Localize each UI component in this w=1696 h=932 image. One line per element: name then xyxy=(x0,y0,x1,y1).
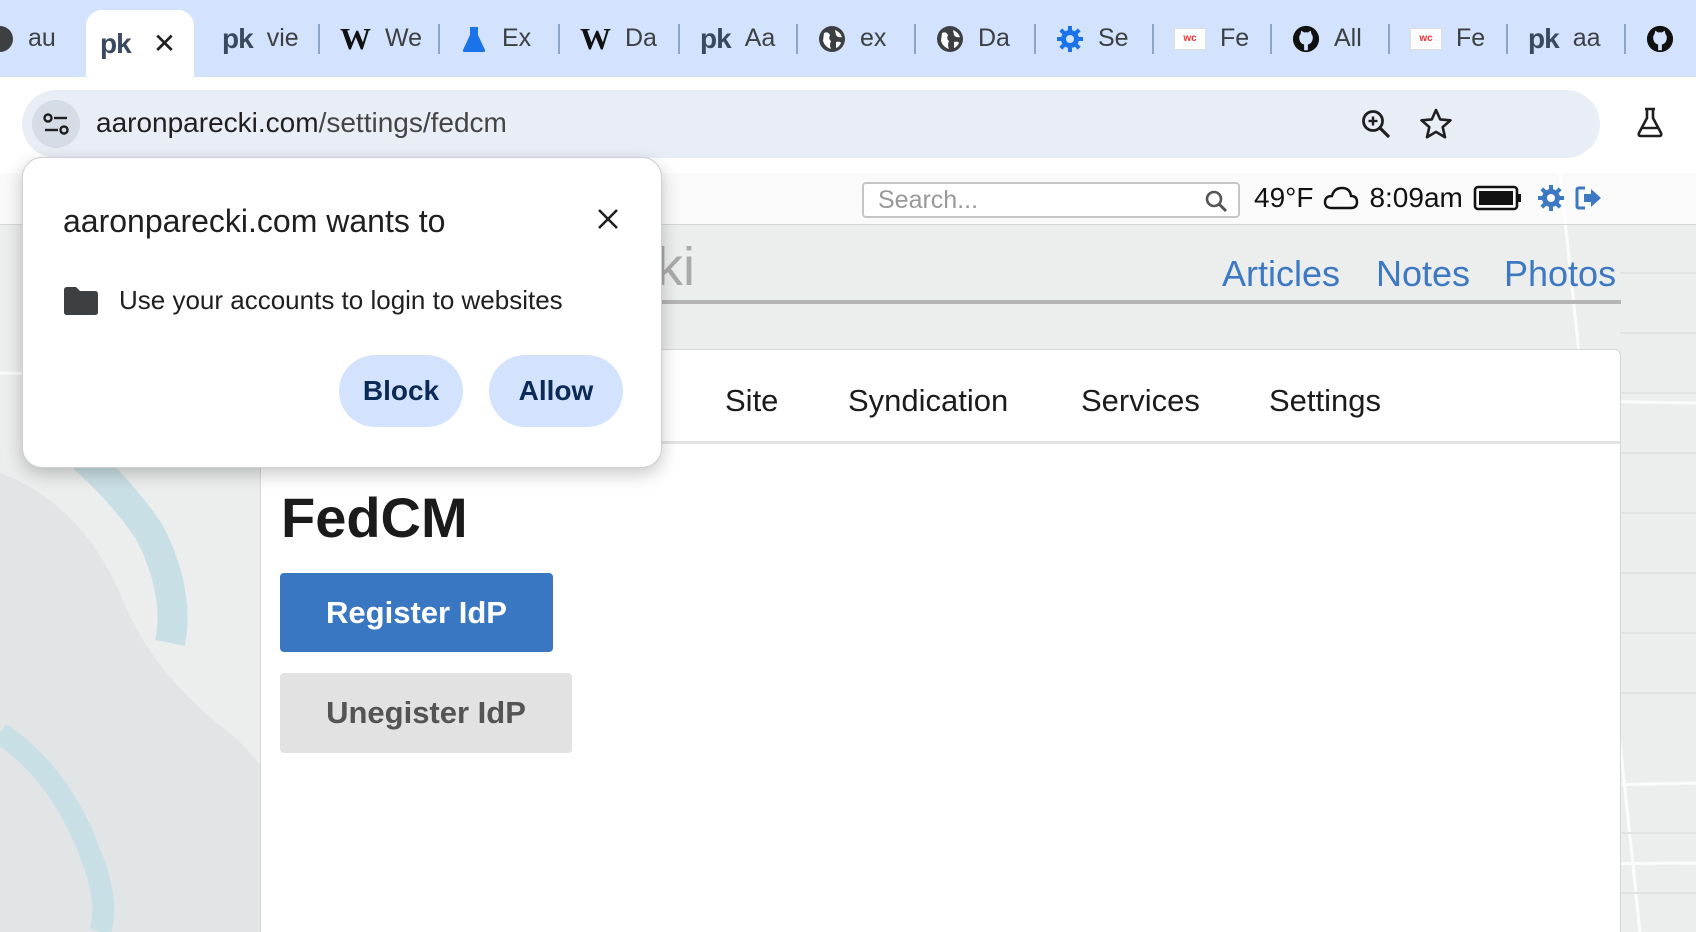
tab-separator xyxy=(1034,24,1036,54)
tab-ex[interactable]: Ex xyxy=(446,0,546,77)
subnav-settings-link[interactable]: Settings xyxy=(1269,383,1381,419)
pk-logo-icon: pk xyxy=(1528,22,1560,54)
url-domain: aaronparecki.com xyxy=(96,107,319,138)
permission-description: Use your accounts to login to websites xyxy=(119,285,563,315)
tab-separator xyxy=(796,24,798,54)
gear-icon xyxy=(1056,25,1084,53)
tab-active-settings[interactable]: pk ✕ xyxy=(86,10,194,77)
tab-ex-globe[interactable]: ex xyxy=(804,0,904,77)
sign-out-icon[interactable] xyxy=(1575,185,1603,211)
register-idp-button[interactable]: Register IdP xyxy=(280,573,553,652)
cloud-icon xyxy=(1324,186,1359,210)
page-heading: FedCM xyxy=(281,486,468,549)
url-path: /settings/fedcm xyxy=(318,107,507,138)
clock-time: 8:09am xyxy=(1369,182,1463,213)
tab-github[interactable] xyxy=(1632,0,1696,77)
wc-logo-icon: wc xyxy=(1174,27,1206,50)
weather-status: 49°F 8:09am xyxy=(1254,182,1603,214)
tab-separator xyxy=(678,24,680,54)
subnav-syndication-link[interactable]: Syndication xyxy=(848,383,1008,419)
tab-title: Ex xyxy=(502,24,532,52)
tab-separator xyxy=(318,24,320,54)
unregister-idp-button[interactable]: Unegister IdP xyxy=(280,673,572,753)
wikipedia-w-icon: W xyxy=(580,20,611,56)
tab-separator xyxy=(914,24,916,54)
folder-icon xyxy=(64,286,98,315)
popup-title: aaronparecki.com wants to xyxy=(63,203,446,239)
tab-title: Fe xyxy=(1220,24,1250,52)
tab-all[interactable]: All xyxy=(1278,0,1378,77)
nav-photos-link[interactable]: Photos xyxy=(1504,253,1616,295)
permission-row: Use your accounts to login to websites xyxy=(63,285,563,316)
tab-separator xyxy=(558,24,560,54)
tab-vie[interactable]: pk vie xyxy=(208,0,308,77)
tab-separator xyxy=(1270,24,1272,54)
block-button[interactable]: Block xyxy=(339,355,463,427)
tab-title: Se xyxy=(1098,24,1129,52)
pk-logo-icon: pk xyxy=(100,27,132,59)
url-text[interactable]: aaronparecki.com/settings/fedcm xyxy=(96,107,507,139)
pk-logo-icon: pk xyxy=(222,22,254,54)
zoom-icon[interactable] xyxy=(1358,106,1394,142)
globe-icon xyxy=(818,25,846,53)
tab-separator xyxy=(438,24,440,54)
tab-fe[interactable]: wc Fe xyxy=(1160,0,1260,77)
tab-da-globe[interactable]: Da xyxy=(922,0,1022,77)
tab-close-icon[interactable]: ✕ xyxy=(153,27,176,60)
tab-title: au xyxy=(28,24,56,52)
settings-gear-icon[interactable] xyxy=(1537,184,1565,212)
allow-button[interactable]: Allow xyxy=(489,355,623,427)
bookmark-star-icon[interactable] xyxy=(1418,106,1454,142)
tab-separator xyxy=(1506,24,1508,54)
flask-icon xyxy=(460,25,488,53)
tab-da[interactable]: W Da xyxy=(566,0,666,77)
tab-title: vie xyxy=(266,24,299,52)
tab-title: Da xyxy=(978,24,1010,52)
tab-title: All xyxy=(1334,24,1362,52)
tab-separator xyxy=(1388,24,1390,54)
nav-articles-link[interactable]: Articles xyxy=(1222,253,1340,295)
search-icon[interactable] xyxy=(1204,189,1228,213)
tab-fe-2[interactable]: wc Fe xyxy=(1396,0,1496,77)
address-bar[interactable]: aaronparecki.com/settings/fedcm xyxy=(22,90,1600,158)
site-search-input[interactable] xyxy=(864,184,1184,216)
tab-title: We xyxy=(385,24,423,52)
tab-au[interactable]: au xyxy=(0,0,70,77)
globe-icon xyxy=(936,25,964,53)
tab-title: Da xyxy=(625,24,657,52)
tab-title: Fe xyxy=(1456,24,1486,52)
tab-title: ex xyxy=(860,24,887,52)
tab-title: Aa xyxy=(744,24,776,52)
tune-icon xyxy=(43,113,69,135)
subnav-site-link[interactable]: Site xyxy=(725,383,778,419)
close-icon[interactable] xyxy=(591,202,625,236)
subnav-services-link[interactable]: Services xyxy=(1081,383,1200,419)
site-search-box[interactable] xyxy=(862,182,1240,218)
github-icon xyxy=(1292,25,1320,53)
tab-aa[interactable]: pk Aa xyxy=(686,0,786,77)
tab-aa-2[interactable]: pk aa xyxy=(1514,0,1614,77)
tab-se[interactable]: Se xyxy=(1042,0,1142,77)
nav-notes-link[interactable]: Notes xyxy=(1376,253,1470,295)
tab-we[interactable]: W We xyxy=(326,0,426,77)
tab-strip: au pk ✕ pk vie W We Ex W Da pk Aa ex Da … xyxy=(0,0,1696,77)
temperature: 49°F xyxy=(1254,182,1314,213)
wikipedia-w-icon: W xyxy=(340,20,371,56)
tab-title: aa xyxy=(1572,24,1601,52)
github-icon xyxy=(1646,25,1674,53)
site-info-button[interactable] xyxy=(32,100,80,148)
tab-separator xyxy=(1624,24,1626,54)
wc-logo-icon: wc xyxy=(1410,27,1442,50)
pk-logo-icon: pk xyxy=(700,22,732,54)
battery-icon xyxy=(1473,185,1521,211)
labs-flask-icon[interactable] xyxy=(1632,104,1668,140)
fedcm-permission-popup: aaronparecki.com wants to Use your accou… xyxy=(22,157,662,468)
nav-divider xyxy=(656,300,1621,304)
half-circle-icon xyxy=(0,25,13,52)
tab-separator xyxy=(1152,24,1154,54)
